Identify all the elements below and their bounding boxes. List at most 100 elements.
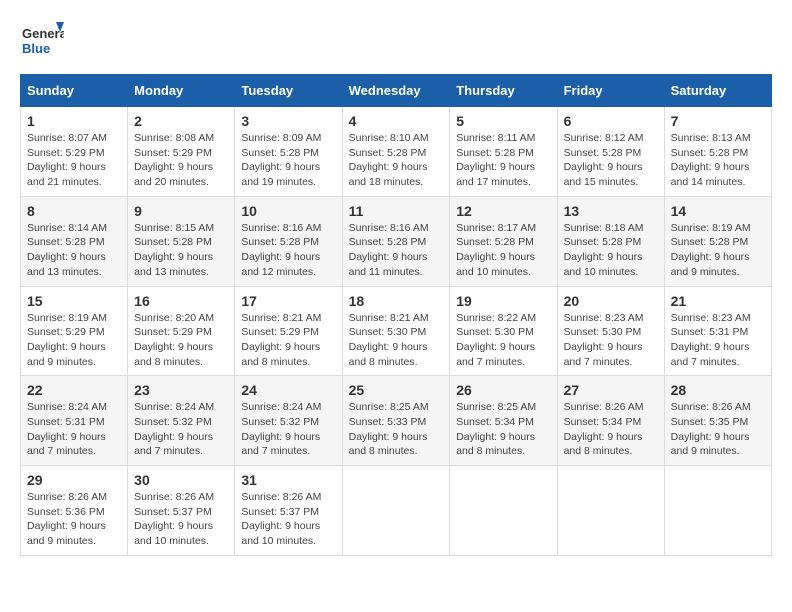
calendar-cell: 29 Sunrise: 8:26 AM Sunset: 5:36 PM Dayl… <box>21 466 128 556</box>
day-number: 13 <box>564 203 658 219</box>
calendar-cell <box>342 466 450 556</box>
day-number: 18 <box>349 293 444 309</box>
day-info: Sunrise: 8:22 AM Sunset: 5:30 PM Dayligh… <box>456 311 550 370</box>
header-day: Monday <box>128 75 235 107</box>
day-info: Sunrise: 8:25 AM Sunset: 5:33 PM Dayligh… <box>349 400 444 459</box>
calendar-header: SundayMondayTuesdayWednesdayThursdayFrid… <box>21 75 772 107</box>
calendar-cell: 6 Sunrise: 8:12 AM Sunset: 5:28 PM Dayli… <box>557 107 664 197</box>
day-number: 4 <box>349 113 444 129</box>
day-info: Sunrise: 8:12 AM Sunset: 5:28 PM Dayligh… <box>564 131 658 190</box>
day-info: Sunrise: 8:14 AM Sunset: 5:28 PM Dayligh… <box>27 221 121 280</box>
day-info: Sunrise: 8:19 AM Sunset: 5:28 PM Dayligh… <box>671 221 765 280</box>
header-row: SundayMondayTuesdayWednesdayThursdayFrid… <box>21 75 772 107</box>
calendar-cell: 10 Sunrise: 8:16 AM Sunset: 5:28 PM Dayl… <box>235 196 342 286</box>
day-number: 30 <box>134 472 228 488</box>
calendar-cell: 14 Sunrise: 8:19 AM Sunset: 5:28 PM Dayl… <box>664 196 771 286</box>
day-info: Sunrise: 8:26 AM Sunset: 5:37 PM Dayligh… <box>241 490 335 549</box>
header-day: Thursday <box>450 75 557 107</box>
logo-svg: General Blue <box>20 20 64 64</box>
calendar-cell <box>664 466 771 556</box>
day-info: Sunrise: 8:23 AM Sunset: 5:30 PM Dayligh… <box>564 311 658 370</box>
day-info: Sunrise: 8:21 AM Sunset: 5:30 PM Dayligh… <box>349 311 444 370</box>
calendar-cell: 13 Sunrise: 8:18 AM Sunset: 5:28 PM Dayl… <box>557 196 664 286</box>
day-number: 1 <box>27 113 121 129</box>
day-info: Sunrise: 8:10 AM Sunset: 5:28 PM Dayligh… <box>349 131 444 190</box>
day-number: 3 <box>241 113 335 129</box>
day-info: Sunrise: 8:16 AM Sunset: 5:28 PM Dayligh… <box>241 221 335 280</box>
calendar-cell: 3 Sunrise: 8:09 AM Sunset: 5:28 PM Dayli… <box>235 107 342 197</box>
calendar-cell <box>557 466 664 556</box>
calendar-cell: 7 Sunrise: 8:13 AM Sunset: 5:28 PM Dayli… <box>664 107 771 197</box>
day-info: Sunrise: 8:24 AM Sunset: 5:31 PM Dayligh… <box>27 400 121 459</box>
calendar-cell: 25 Sunrise: 8:25 AM Sunset: 5:33 PM Dayl… <box>342 376 450 466</box>
day-info: Sunrise: 8:18 AM Sunset: 5:28 PM Dayligh… <box>564 221 658 280</box>
day-info: Sunrise: 8:23 AM Sunset: 5:31 PM Dayligh… <box>671 311 765 370</box>
day-info: Sunrise: 8:07 AM Sunset: 5:29 PM Dayligh… <box>27 131 121 190</box>
calendar-cell: 11 Sunrise: 8:16 AM Sunset: 5:28 PM Dayl… <box>342 196 450 286</box>
calendar-cell: 12 Sunrise: 8:17 AM Sunset: 5:28 PM Dayl… <box>450 196 557 286</box>
calendar-cell: 8 Sunrise: 8:14 AM Sunset: 5:28 PM Dayli… <box>21 196 128 286</box>
day-number: 9 <box>134 203 228 219</box>
calendar-cell: 22 Sunrise: 8:24 AM Sunset: 5:31 PM Dayl… <box>21 376 128 466</box>
day-number: 2 <box>134 113 228 129</box>
day-number: 24 <box>241 382 335 398</box>
day-info: Sunrise: 8:24 AM Sunset: 5:32 PM Dayligh… <box>241 400 335 459</box>
calendar-week-row: 22 Sunrise: 8:24 AM Sunset: 5:31 PM Dayl… <box>21 376 772 466</box>
day-number: 16 <box>134 293 228 309</box>
calendar-cell <box>450 466 557 556</box>
header-day: Saturday <box>664 75 771 107</box>
logo: General Blue <box>20 20 64 64</box>
calendar-cell: 20 Sunrise: 8:23 AM Sunset: 5:30 PM Dayl… <box>557 286 664 376</box>
day-info: Sunrise: 8:19 AM Sunset: 5:29 PM Dayligh… <box>27 311 121 370</box>
day-number: 8 <box>27 203 121 219</box>
day-number: 25 <box>349 382 444 398</box>
calendar-week-row: 29 Sunrise: 8:26 AM Sunset: 5:36 PM Dayl… <box>21 466 772 556</box>
day-number: 20 <box>564 293 658 309</box>
calendar-cell: 31 Sunrise: 8:26 AM Sunset: 5:37 PM Dayl… <box>235 466 342 556</box>
calendar-cell: 2 Sunrise: 8:08 AM Sunset: 5:29 PM Dayli… <box>128 107 235 197</box>
day-info: Sunrise: 8:24 AM Sunset: 5:32 PM Dayligh… <box>134 400 228 459</box>
calendar-week-row: 15 Sunrise: 8:19 AM Sunset: 5:29 PM Dayl… <box>21 286 772 376</box>
day-info: Sunrise: 8:09 AM Sunset: 5:28 PM Dayligh… <box>241 131 335 190</box>
calendar-cell: 23 Sunrise: 8:24 AM Sunset: 5:32 PM Dayl… <box>128 376 235 466</box>
calendar-cell: 28 Sunrise: 8:26 AM Sunset: 5:35 PM Dayl… <box>664 376 771 466</box>
calendar-table: SundayMondayTuesdayWednesdayThursdayFrid… <box>20 74 772 556</box>
day-number: 10 <box>241 203 335 219</box>
page-header: General Blue <box>20 20 772 64</box>
calendar-cell: 5 Sunrise: 8:11 AM Sunset: 5:28 PM Dayli… <box>450 107 557 197</box>
header-day: Wednesday <box>342 75 450 107</box>
day-info: Sunrise: 8:26 AM Sunset: 5:35 PM Dayligh… <box>671 400 765 459</box>
day-number: 6 <box>564 113 658 129</box>
svg-text:General: General <box>22 26 64 41</box>
day-number: 27 <box>564 382 658 398</box>
calendar-cell: 16 Sunrise: 8:20 AM Sunset: 5:29 PM Dayl… <box>128 286 235 376</box>
calendar-cell: 4 Sunrise: 8:10 AM Sunset: 5:28 PM Dayli… <box>342 107 450 197</box>
day-number: 12 <box>456 203 550 219</box>
svg-text:Blue: Blue <box>22 41 50 56</box>
day-number: 31 <box>241 472 335 488</box>
calendar-body: 1 Sunrise: 8:07 AM Sunset: 5:29 PM Dayli… <box>21 107 772 556</box>
day-number: 5 <box>456 113 550 129</box>
calendar-cell: 27 Sunrise: 8:26 AM Sunset: 5:34 PM Dayl… <box>557 376 664 466</box>
day-number: 17 <box>241 293 335 309</box>
day-number: 14 <box>671 203 765 219</box>
day-number: 21 <box>671 293 765 309</box>
day-number: 22 <box>27 382 121 398</box>
day-info: Sunrise: 8:08 AM Sunset: 5:29 PM Dayligh… <box>134 131 228 190</box>
day-info: Sunrise: 8:26 AM Sunset: 5:36 PM Dayligh… <box>27 490 121 549</box>
header-day: Tuesday <box>235 75 342 107</box>
calendar-cell: 18 Sunrise: 8:21 AM Sunset: 5:30 PM Dayl… <box>342 286 450 376</box>
day-number: 26 <box>456 382 550 398</box>
day-info: Sunrise: 8:26 AM Sunset: 5:34 PM Dayligh… <box>564 400 658 459</box>
calendar-cell: 15 Sunrise: 8:19 AM Sunset: 5:29 PM Dayl… <box>21 286 128 376</box>
day-info: Sunrise: 8:16 AM Sunset: 5:28 PM Dayligh… <box>349 221 444 280</box>
calendar-week-row: 1 Sunrise: 8:07 AM Sunset: 5:29 PM Dayli… <box>21 107 772 197</box>
calendar-cell: 26 Sunrise: 8:25 AM Sunset: 5:34 PM Dayl… <box>450 376 557 466</box>
day-number: 19 <box>456 293 550 309</box>
day-number: 29 <box>27 472 121 488</box>
calendar-cell: 19 Sunrise: 8:22 AM Sunset: 5:30 PM Dayl… <box>450 286 557 376</box>
day-info: Sunrise: 8:11 AM Sunset: 5:28 PM Dayligh… <box>456 131 550 190</box>
header-day: Sunday <box>21 75 128 107</box>
day-info: Sunrise: 8:21 AM Sunset: 5:29 PM Dayligh… <box>241 311 335 370</box>
day-number: 15 <box>27 293 121 309</box>
